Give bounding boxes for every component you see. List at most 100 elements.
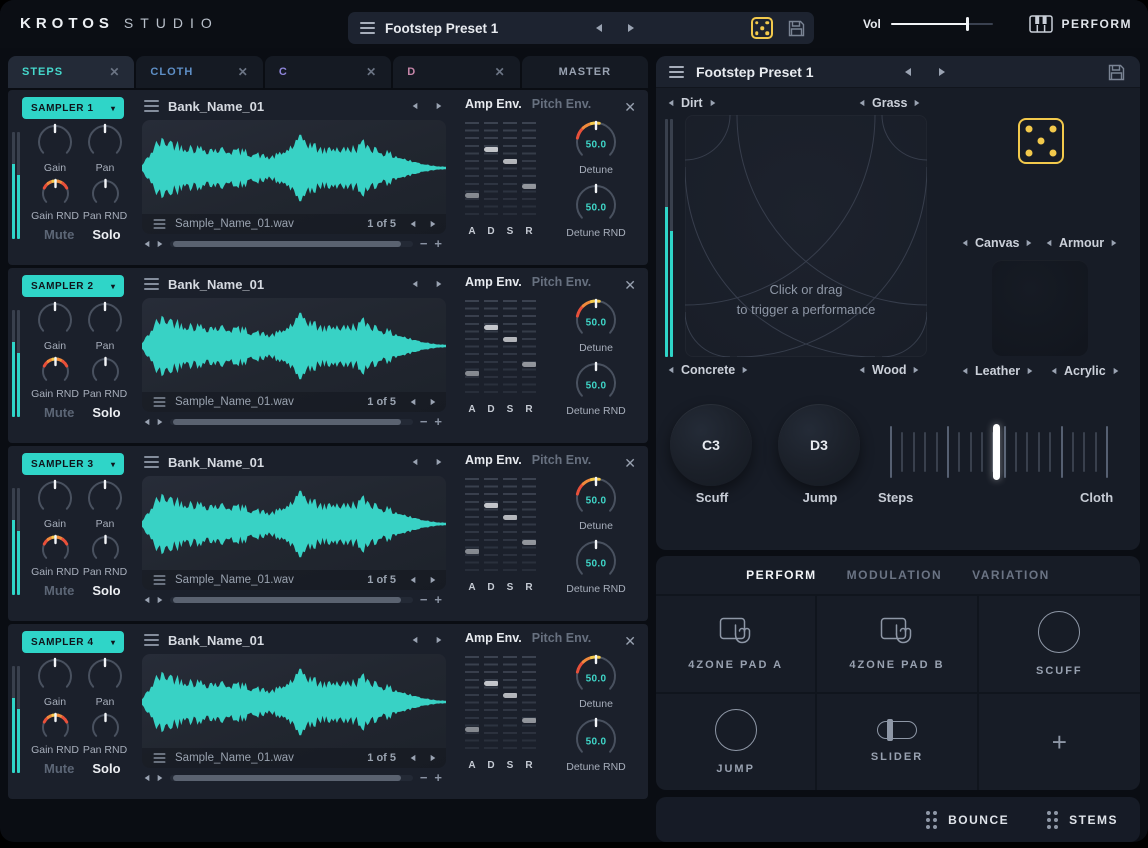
detune-knob[interactable]: 50.0 <box>574 654 618 698</box>
waveform-display[interactable]: Sample_Name_01.wav 1 of 5 <box>142 120 446 234</box>
sampler-select-dropdown[interactable]: SAMPLER 1 ▾ <box>22 97 124 119</box>
detune-knob[interactable]: 50.0 <box>574 298 618 342</box>
sampler-select-dropdown[interactable]: SAMPLER 3 ▾ <box>22 453 124 475</box>
sample-next-icon[interactable] <box>430 576 436 584</box>
amp-env-tab[interactable]: Amp Env. <box>465 97 522 111</box>
scroll-track[interactable] <box>170 774 413 781</box>
adsr-slider-s[interactable] <box>502 122 518 220</box>
bank-menu-icon[interactable] <box>144 278 159 290</box>
xy-performance-pad[interactable]: Click or drag to trigger a performance <box>685 115 927 357</box>
volume-handle[interactable] <box>965 17 969 31</box>
amp-env-tab[interactable]: Amp Env. <box>465 453 522 467</box>
preset-next-icon[interactable] <box>939 67 945 76</box>
close-icon[interactable]: ✕ <box>624 634 636 648</box>
scroll-right-icon[interactable] <box>157 240 163 247</box>
gain-knob[interactable] <box>36 123 74 161</box>
save-icon[interactable] <box>787 19 806 38</box>
adsr-slider-d[interactable] <box>483 122 499 220</box>
detune-rnd-knob[interactable]: 50.0 <box>574 361 618 405</box>
xy-corner-wood-selector[interactable]: Wood <box>859 363 919 377</box>
preset-menu-icon[interactable] <box>669 65 684 78</box>
mute-button[interactable]: Mute <box>44 405 74 420</box>
volume-slider[interactable] <box>890 17 993 31</box>
tab-d[interactable]: D ✕ <box>393 56 520 88</box>
sample-menu-icon[interactable] <box>153 397 166 407</box>
detune-rnd-knob[interactable]: 50.0 <box>574 183 618 227</box>
scroll-thumb[interactable] <box>173 418 401 425</box>
bank-prev-icon[interactable] <box>412 636 418 644</box>
cell-scuff[interactable]: SCUFF <box>978 594 1140 692</box>
bank-menu-icon[interactable] <box>144 100 159 112</box>
pan-rnd-knob[interactable] <box>90 534 121 565</box>
xy-corner-dirt-selector[interactable]: Dirt <box>668 96 716 110</box>
scroll-left-icon[interactable] <box>144 596 150 603</box>
trigger-pad-scuff[interactable]: C3 <box>670 404 752 486</box>
close-icon[interactable]: ✕ <box>109 66 120 78</box>
material-acrylic-selector[interactable]: Acrylic <box>1051 364 1119 378</box>
adsr-slider-d[interactable] <box>483 478 499 576</box>
adsr-slider-d[interactable] <box>483 656 499 754</box>
bank-menu-icon[interactable] <box>144 456 159 468</box>
detune-knob[interactable]: 50.0 <box>574 476 618 520</box>
sample-prev-icon[interactable] <box>410 398 416 406</box>
perform-mode-button[interactable]: PERFORM <box>1028 10 1133 38</box>
adsr-slider-a[interactable] <box>464 300 480 398</box>
bank-prev-icon[interactable] <box>412 102 418 110</box>
adsr-slider-a[interactable] <box>464 478 480 576</box>
sampler-select-dropdown[interactable]: SAMPLER 2 ▾ <box>22 275 124 297</box>
solo-button[interactable]: Solo <box>92 761 120 776</box>
morph-slider-handle[interactable] <box>993 424 1001 480</box>
bank-next-icon[interactable] <box>436 636 442 644</box>
preset-next-icon[interactable] <box>628 24 634 32</box>
tab-master[interactable]: MASTER <box>521 56 649 88</box>
close-icon[interactable]: ✕ <box>624 278 636 292</box>
pan-rnd-knob[interactable] <box>90 178 121 209</box>
sample-menu-icon[interactable] <box>153 753 166 763</box>
pitch-env-tab[interactable]: Pitch Env. <box>532 97 592 111</box>
zoom-out-icon[interactable]: − <box>420 237 428 250</box>
bank-prev-icon[interactable] <box>412 280 418 288</box>
adsr-slider-s[interactable] <box>502 300 518 398</box>
preset-selector[interactable]: Footstep Preset 1 <box>348 12 814 44</box>
adsr-slider-s[interactable] <box>502 478 518 576</box>
zoom-out-icon[interactable]: − <box>420 593 428 606</box>
solo-button[interactable]: Solo <box>92 227 120 242</box>
sample-prev-icon[interactable] <box>410 576 416 584</box>
tab-c[interactable]: C ✕ <box>264 56 392 88</box>
pan-knob[interactable] <box>86 479 124 517</box>
close-icon[interactable]: ✕ <box>495 66 506 78</box>
pan-knob[interactable] <box>86 301 124 339</box>
scroll-left-icon[interactable] <box>144 774 150 781</box>
tab-perform[interactable]: PERFORM <box>746 568 817 582</box>
scroll-track[interactable] <box>170 596 413 603</box>
material-armour-selector[interactable]: Armour <box>1046 236 1117 250</box>
gain-rnd-knob[interactable] <box>40 356 71 387</box>
pan-knob[interactable] <box>86 123 124 161</box>
adsr-slider-d[interactable] <box>483 300 499 398</box>
material-leather-selector[interactable]: Leather <box>962 364 1033 378</box>
sample-menu-icon[interactable] <box>153 219 166 229</box>
scroll-thumb[interactable] <box>173 596 401 603</box>
randomize-dice-icon[interactable] <box>751 17 773 39</box>
scroll-track[interactable] <box>170 240 413 247</box>
pitch-env-tab[interactable]: Pitch Env. <box>532 275 592 289</box>
scroll-left-icon[interactable] <box>144 418 150 425</box>
tab-variation[interactable]: VARIATION <box>972 568 1050 582</box>
gain-rnd-knob[interactable] <box>40 178 71 209</box>
solo-button[interactable]: Solo <box>92 583 120 598</box>
sample-menu-icon[interactable] <box>153 575 166 585</box>
gain-rnd-knob[interactable] <box>40 712 71 743</box>
cell-4zone-pad-b[interactable]: 4ZONE PAD B <box>817 594 979 692</box>
bank-prev-icon[interactable] <box>412 458 418 466</box>
adsr-slider-r[interactable] <box>521 656 537 754</box>
mute-button[interactable]: Mute <box>44 583 74 598</box>
sample-prev-icon[interactable] <box>410 220 416 228</box>
solo-button[interactable]: Solo <box>92 405 120 420</box>
adsr-slider-a[interactable] <box>464 656 480 754</box>
zoom-in-icon[interactable]: + <box>434 771 442 784</box>
scroll-right-icon[interactable] <box>157 596 163 603</box>
bank-menu-icon[interactable] <box>144 634 159 646</box>
detune-rnd-knob[interactable]: 50.0 <box>574 717 618 761</box>
pitch-env-tab[interactable]: Pitch Env. <box>532 453 592 467</box>
pitch-env-tab[interactable]: Pitch Env. <box>532 631 592 645</box>
